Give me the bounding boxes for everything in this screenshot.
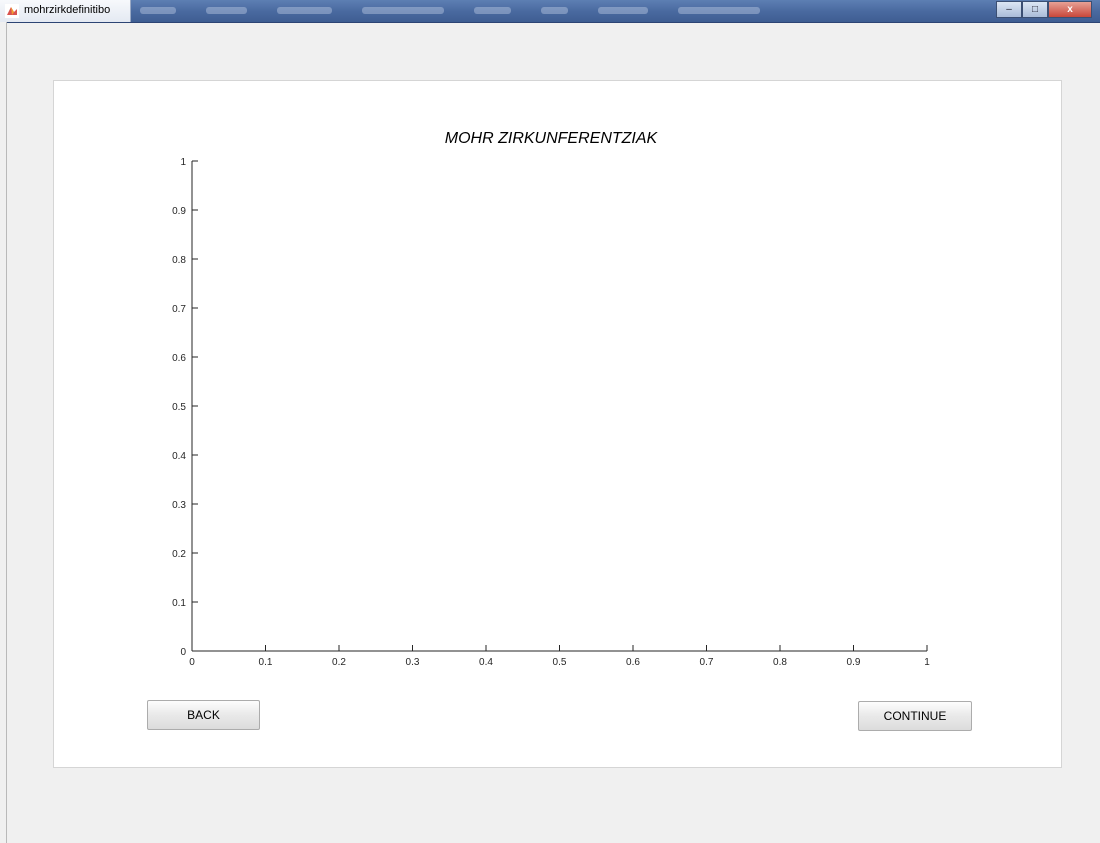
figure-panel — [53, 80, 1062, 768]
back-button[interactable]: BACK — [147, 700, 260, 730]
minimize-button[interactable]: – — [996, 1, 1022, 18]
maximize-icon: □ — [1031, 4, 1039, 15]
window-title-tab[interactable]: mohrzirkdefinitibo — [0, 0, 131, 22]
matlab-icon — [5, 4, 19, 18]
background-ribbon — [140, 7, 760, 16]
window-titlebar: mohrzirkdefinitibo – □ x — [0, 0, 1100, 23]
continue-button[interactable]: CONTINUE — [858, 701, 972, 731]
window-controls: – □ x — [996, 1, 1092, 19]
chart-title: MOHR ZIRKUNFERENTZIAK — [444, 130, 658, 147]
close-button[interactable]: x — [1048, 1, 1092, 18]
close-icon: x — [1067, 4, 1073, 15]
window-title: mohrzirkdefinitibo — [24, 4, 111, 16]
maximize-button[interactable]: □ — [1022, 1, 1048, 18]
minimize-icon: – — [1006, 4, 1012, 15]
